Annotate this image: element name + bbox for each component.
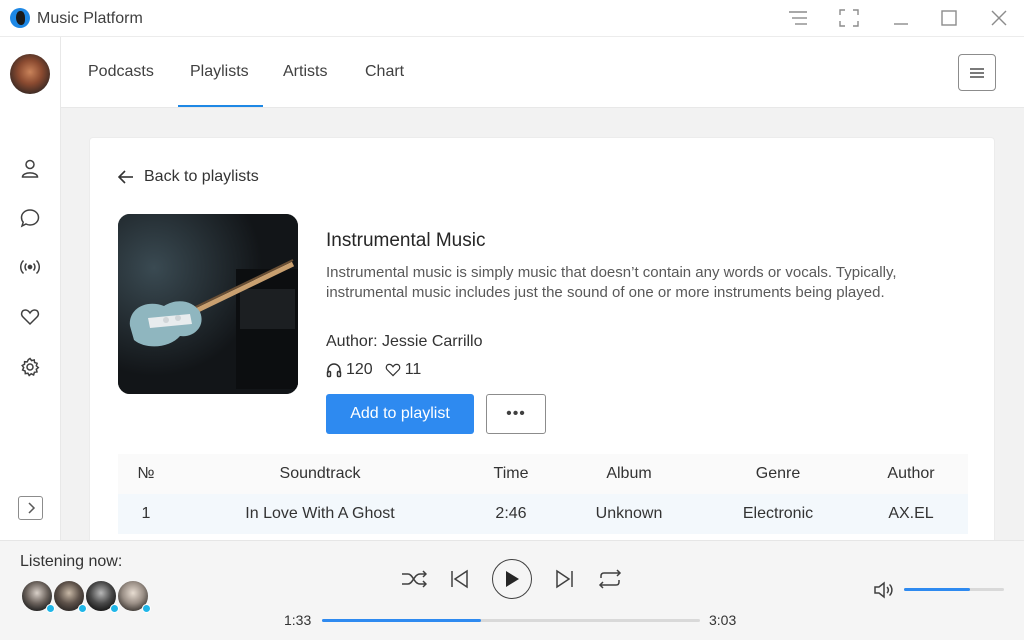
- chat-icon[interactable]: [19, 207, 41, 229]
- shuffle-button[interactable]: [400, 566, 428, 592]
- tracks-table: № Soundtrack Time Album Genre Author 1 I…: [118, 454, 968, 534]
- user-icon[interactable]: [19, 157, 41, 179]
- app-title: Music Platform: [37, 10, 143, 27]
- track-title: In Love With A Ghost: [245, 505, 395, 522]
- fullscreen-icon[interactable]: [837, 6, 861, 30]
- playlist-description: Instrumental music is simply music that …: [326, 264, 897, 301]
- settings-icon[interactable]: [19, 356, 41, 378]
- title-bar: Music Platform: [0, 0, 1024, 37]
- broadcast-icon[interactable]: [19, 256, 41, 278]
- table-row[interactable]: 1 In Love With A Ghost 2:46 Unknown Elec…: [118, 494, 968, 534]
- chevron-right-icon: [27, 502, 35, 514]
- track-author: AX.EL: [888, 505, 934, 522]
- online-status-dot: [142, 604, 151, 613]
- arrow-left-icon: [118, 170, 133, 184]
- progress-fill: [322, 619, 481, 622]
- tab-playlists[interactable]: Playlists: [190, 63, 249, 81]
- add-to-playlist-button[interactable]: Add to playlist: [326, 394, 474, 434]
- likes-count: 11: [404, 361, 422, 378]
- tab-artists[interactable]: Artists: [283, 63, 327, 81]
- current-time: 1:33: [284, 612, 312, 628]
- active-tab-indicator: [178, 105, 263, 107]
- back-link-label: Back to playlists: [144, 168, 259, 185]
- playlist-cover-image: [118, 214, 298, 394]
- playlist-card: Back to playlists Instrumental Music Ins…: [89, 137, 995, 540]
- track-number: 1: [141, 505, 151, 522]
- volume-button[interactable]: [872, 580, 894, 600]
- volume-icon: [874, 581, 893, 599]
- play-icon: [506, 571, 519, 587]
- heart-icon[interactable]: [19, 306, 41, 328]
- top-nav: Podcasts Playlists Artists Chart: [61, 37, 1024, 108]
- minimize-icon[interactable]: [889, 6, 913, 30]
- shuffle-icon: [402, 570, 427, 588]
- playlist-author: Author: Jessie Carrillo: [326, 333, 483, 350]
- main-content: Back to playlists Instrumental Music Ins…: [61, 108, 1024, 540]
- column-header-soundtrack: Soundtrack: [279, 465, 361, 482]
- track-time: 2:46: [495, 505, 527, 522]
- hamburger-icon: [970, 67, 984, 78]
- total-time: 3:03: [709, 612, 737, 628]
- listener-avatar[interactable]: [52, 579, 87, 613]
- listener-avatar[interactable]: [20, 579, 55, 613]
- listener-avatar[interactable]: [116, 579, 151, 613]
- skip-back-icon: [451, 569, 468, 589]
- progress-bar[interactable]: [322, 619, 700, 622]
- online-status-dot: [78, 604, 87, 613]
- listening-now-label: Listening now:: [20, 553, 123, 570]
- column-header-time: Time: [493, 465, 529, 482]
- column-header-genre: Genre: [755, 465, 801, 482]
- more-options-button[interactable]: •••: [486, 394, 546, 434]
- player-bar: Listening now: 1:33 3:03: [0, 540, 1024, 640]
- app-logo-icon: [10, 8, 30, 28]
- close-icon[interactable]: [987, 6, 1011, 30]
- column-header-author: Author: [887, 465, 935, 482]
- tab-podcasts[interactable]: Podcasts: [88, 63, 154, 81]
- table-header-row: № Soundtrack Time Album Genre Author: [118, 454, 968, 494]
- skip-forward-icon: [556, 569, 573, 589]
- user-avatar[interactable]: [10, 54, 50, 94]
- track-genre: Electronic: [742, 505, 814, 522]
- list-menu-icon[interactable]: [786, 6, 810, 30]
- hamburger-menu-button[interactable]: [958, 54, 996, 91]
- track-album: Unknown: [595, 505, 663, 522]
- expand-sidebar-button[interactable]: [18, 496, 43, 520]
- listener-avatar[interactable]: [84, 579, 119, 613]
- back-to-playlists-link[interactable]: Back to playlists: [118, 168, 259, 186]
- column-header-album: Album: [606, 465, 652, 482]
- play-button[interactable]: [492, 559, 532, 599]
- online-status-dot: [110, 604, 119, 613]
- playlist-title: Instrumental Music: [326, 230, 486, 251]
- volume-slider[interactable]: [904, 588, 1004, 591]
- heart-icon: [385, 363, 400, 377]
- previous-track-button[interactable]: [446, 566, 472, 592]
- sidebar: [0, 37, 61, 540]
- repeat-button[interactable]: [596, 566, 624, 592]
- tab-chart[interactable]: Chart: [365, 63, 404, 81]
- online-status-dot: [46, 604, 55, 613]
- playlist-stats: 120 11: [326, 361, 421, 379]
- headphones-icon: [326, 363, 342, 378]
- next-track-button[interactable]: [552, 566, 578, 592]
- listens-count: 120: [346, 361, 373, 378]
- maximize-icon[interactable]: [937, 6, 961, 30]
- volume-fill: [904, 588, 970, 591]
- repeat-icon: [598, 569, 622, 589]
- column-header-number: №: [137, 465, 155, 482]
